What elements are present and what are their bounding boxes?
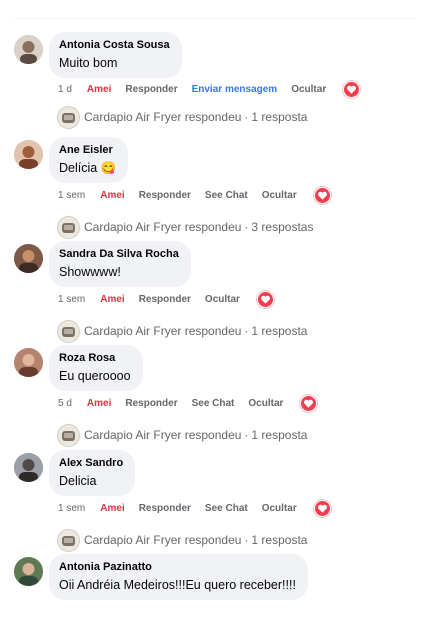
replies-link[interactable]: Cardapio Air Fryer respondeu · 1 respost… [57,423,308,447]
reply-author: Cardapio Air Fryer respondeu [84,428,242,442]
comment-actions: 1 sem Amei Responder See Chat Ocultar [58,186,345,204]
avatar[interactable] [14,557,43,586]
reply-count: 1 resposta [251,110,308,124]
heart-icon[interactable] [300,394,318,412]
page-avatar [57,423,80,447]
reply-button[interactable]: Responder [139,503,191,514]
replies-link[interactable]: Cardapio Air Fryer respondeu · 1 respost… [57,319,308,343]
comment: Sandra Da Silva Rocha Showwww! 1 sem Ame… [0,241,440,349]
love-button[interactable]: Amei [87,398,111,409]
see-chat-button[interactable]: See Chat [205,190,248,201]
reply-button[interactable]: Responder [139,190,191,201]
comment-actions: 1 sem Amei Responder See Chat Ocultar [58,499,345,517]
comment: Antonia Costa Sousa Muito bom 1 d Amei R… [0,32,440,140]
comment-author[interactable]: Sandra Da Silva Rocha [59,247,179,261]
comment-actions: 1 sem Amei Responder Ocultar [58,290,288,308]
heart-icon[interactable] [313,186,331,204]
comment-text: Eu queroooo [59,369,131,383]
page-avatar [57,215,80,239]
heart-icon[interactable] [256,290,274,308]
comment-bubble: Antonia Costa Sousa Muito bom [49,32,182,78]
comment: Ane Eisler Delícia 😋 1 sem Amei Responde… [0,137,440,245]
replies-link[interactable]: Cardapio Air Fryer respondeu · 1 respost… [57,528,308,552]
love-button[interactable]: Amei [100,294,124,305]
hide-button[interactable]: Ocultar [262,190,297,201]
comment-text: Delicia [59,474,97,488]
comment-time[interactable]: 5 d [58,398,72,409]
comment-author[interactable]: Antonia Costa Sousa [59,38,170,52]
hide-button[interactable]: Ocultar [291,84,326,95]
replies-link[interactable]: Cardapio Air Fryer respondeu · 1 respost… [57,105,308,129]
reply-author: Cardapio Air Fryer respondeu [84,110,242,124]
replies-link[interactable]: Cardapio Air Fryer respondeu · 3 respost… [57,215,314,239]
comment-author[interactable]: Roza Rosa [59,351,131,365]
love-button[interactable]: Amei [100,190,124,201]
reply-author: Cardapio Air Fryer respondeu [84,220,242,234]
send-message-button[interactable]: Enviar mensagem [192,84,278,95]
hide-button[interactable]: Ocultar [205,294,240,305]
heart-icon[interactable] [313,499,331,517]
avatar[interactable] [14,453,43,482]
avatar[interactable] [14,244,43,273]
love-button[interactable]: Amei [87,84,111,95]
see-chat-button[interactable]: See Chat [192,398,235,409]
comment-bubble: Roza Rosa Eu queroooo [49,345,143,391]
comment-text: Delícia 😋 [59,161,117,175]
comment-author[interactable]: Antonia Pazinatto [59,560,296,574]
heart-icon[interactable] [343,80,361,98]
comment-author[interactable]: Ane Eisler [59,143,116,157]
page-avatar [57,528,80,552]
comment-time[interactable]: 1 sem [58,503,85,514]
comment-time[interactable]: 1 sem [58,294,85,305]
see-chat-button[interactable]: See Chat [205,503,248,514]
divider [14,18,416,19]
reply-button[interactable]: Responder [125,84,177,95]
comment-author[interactable]: Alex Sandro [59,456,123,470]
page-avatar [57,105,80,129]
comment: Roza Rosa Eu queroooo 5 d Amei Responder… [0,345,440,453]
avatar[interactable] [14,348,43,377]
comment-actions: 5 d Amei Responder See Chat Ocultar [58,394,331,412]
reply-author: Cardapio Air Fryer respondeu [84,533,242,547]
reply-author: Cardapio Air Fryer respondeu [84,324,242,338]
comment: Alex Sandro Delicia 1 sem Amei Responder… [0,450,440,558]
comment-bubble: Antonia Pazinatto Oii Andréia Medeiros!!… [49,554,308,600]
comment: Antonia Pazinatto Oii Andréia Medeiros!!… [0,554,440,617]
comment-bubble: Sandra Da Silva Rocha Showwww! [49,241,191,287]
hide-button[interactable]: Ocultar [262,503,297,514]
hide-button[interactable]: Ocultar [248,398,283,409]
comment-bubble: Alex Sandro Delicia [49,450,136,496]
reply-button[interactable]: Responder [139,294,191,305]
comment-time[interactable]: 1 sem [58,190,85,201]
reply-count: 1 resposta [251,428,308,442]
reply-count: 1 resposta [251,533,308,547]
comment-actions: 1 d Amei Responder Enviar mensagem Ocult… [58,80,374,98]
page-avatar [57,319,80,343]
reply-count: 1 resposta [251,324,308,338]
avatar[interactable] [14,140,43,169]
love-button[interactable]: Amei [100,503,124,514]
comment-bubble: Ane Eisler Delícia 😋 [49,137,129,183]
avatar[interactable] [14,35,43,64]
comment-text: Showwww! [59,265,121,279]
comment-text: Muito bom [59,56,118,70]
comment-text: Oii Andréia Medeiros!!!Eu quero receber!… [59,578,296,592]
comment-time[interactable]: 1 d [58,84,72,95]
reply-count: 3 respostas [251,220,314,234]
reply-button[interactable]: Responder [125,398,177,409]
